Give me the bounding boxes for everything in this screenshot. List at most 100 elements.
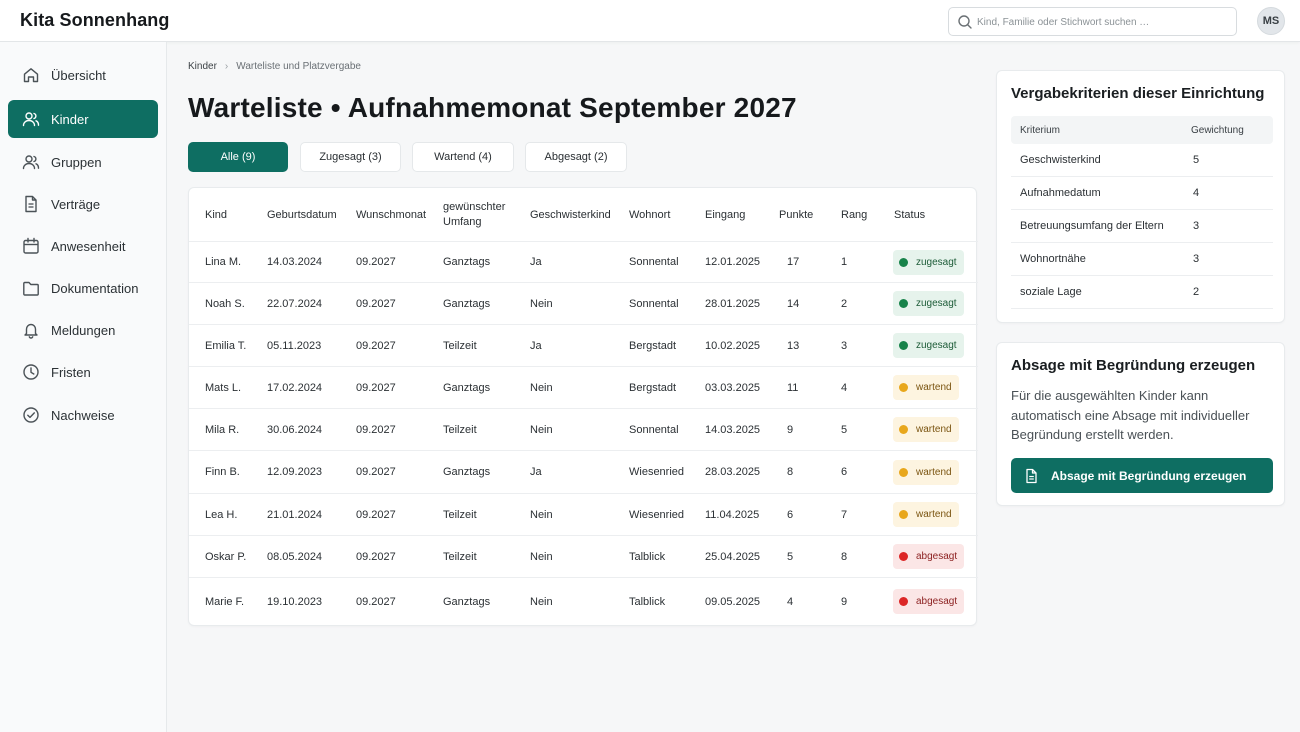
sidebar-item-label: Kinder	[51, 111, 89, 127]
header-umfang[interactable]: gewünschter Umfang	[443, 188, 505, 242]
cell-eingang: 11.04.2025	[705, 508, 760, 521]
header-wohnort[interactable]: Wohnort	[629, 188, 670, 242]
criteria-title: Vergabekriterien dieser Einrichtung	[1011, 85, 1265, 102]
criteria-col-criterion: Kriterium	[1020, 124, 1061, 136]
cell-wunschmonat: 09.2027	[356, 423, 396, 436]
calendar-icon	[22, 237, 40, 255]
header-punkte[interactable]: Punkte	[779, 188, 813, 242]
cell-status: abgesagt	[893, 536, 965, 577]
rejection-description: Für die ausgewählten Kinder kann automat…	[1011, 388, 1250, 442]
filter-tab-3[interactable]: Abgesagt (2)	[525, 142, 627, 172]
search-icon	[958, 15, 972, 29]
header-geburtsdatum[interactable]: Geburtsdatum	[267, 188, 337, 242]
cell-kind: Mats L.	[205, 381, 242, 394]
cell-punkte: 8	[787, 466, 794, 478]
cell-geschwister: Nein	[530, 297, 553, 310]
criteria-name: Betreuungsumfang der Eltern	[1020, 220, 1164, 232]
table-row[interactable]: Mats L. 17.02.2024 09.2027 Ganztags Nein Berg…	[189, 366, 978, 408]
document-icon	[1026, 468, 1037, 483]
criteria-row: Aufnahmedatum 4	[1011, 177, 1273, 210]
cell-rang: 3	[841, 339, 848, 352]
cell-eingang: 09.05.2025	[705, 595, 761, 608]
cell-wohnort: Talblick	[629, 550, 666, 563]
cell-punkte: 6	[787, 508, 794, 521]
cell-umfang: Teilzeit	[443, 550, 477, 563]
status-dot-icon	[899, 467, 908, 477]
sidebar-item-nachweise[interactable]: Nachweise	[8, 396, 158, 434]
header-umfang-line1: gewünschter	[443, 201, 506, 213]
sidebar-item-verträge[interactable]: Verträge	[8, 185, 158, 223]
sidebar-item-label: Übersicht	[51, 67, 106, 83]
table-row[interactable]: Lina M. 14.03.2024 09.2027 Ganztags Ja Sonnen…	[189, 241, 978, 282]
page-title: Warteliste • Aufnahmemonat September 202…	[188, 92, 797, 123]
table-row[interactable]: Mila R. 30.06.2024 09.2027 Teilzeit Nein Sonn…	[189, 408, 978, 450]
document-icon	[22, 195, 40, 213]
search-input[interactable]	[977, 12, 1227, 32]
table-row[interactable]: Oskar P. 08.05.2024 09.2027 Teilzeit Nein Tal…	[189, 535, 978, 577]
table-row[interactable]: Finn B. 12.09.2023 09.2027 Ganztags Ja Wiesen…	[189, 450, 978, 493]
filter-tab-2[interactable]: Wartend (4)	[412, 142, 514, 172]
criteria-row: Geschwisterkind 5	[1011, 144, 1273, 177]
sidebar-item-fristen[interactable]: Fristen	[8, 353, 158, 391]
criteria-name: Aufnahmedatum	[1020, 187, 1101, 199]
sidebar: Übersicht Kinder Gruppen Verträge Anwesenhei…	[0, 42, 167, 732]
chevron-right-icon: ›	[224, 61, 229, 72]
cell-wohnort: Sonnental	[629, 297, 679, 310]
sidebar-item-gruppen[interactable]: Gruppen	[8, 143, 158, 181]
status-badge: zugesagt	[893, 291, 964, 316]
status-dot-icon	[899, 552, 908, 561]
clock-icon	[22, 363, 40, 381]
cell-wohnort: Bergstadt	[629, 339, 677, 352]
header-wunschmonat[interactable]: Wunschmonat	[356, 188, 426, 242]
sidebar-item-übersicht[interactable]: Übersicht	[8, 56, 158, 94]
cell-eingang: 03.03.2025	[705, 381, 761, 394]
table-row[interactable]: Marie F. 19.10.2023 09.2027 Ganztags Nein Tal…	[189, 577, 978, 625]
status-label: zugesagt	[916, 256, 957, 268]
bell-icon	[22, 321, 40, 339]
cell-status: abgesagt	[893, 578, 965, 625]
cell-wohnort: Bergstadt	[629, 381, 677, 394]
cell-wohnort: Talblick	[629, 595, 666, 608]
criteria-name: Wohnortnähe	[1020, 253, 1086, 265]
sidebar-item-label: Meldungen	[51, 322, 116, 338]
sidebar-item-dokumentation[interactable]: Dokumentation	[8, 269, 158, 307]
sidebar-item-meldungen[interactable]: Meldungen	[8, 311, 158, 349]
header-kind[interactable]: Kind	[205, 188, 227, 242]
status-badge: zugesagt	[893, 249, 964, 275]
table-row[interactable]: Lea H. 21.01.2024 09.2027 Teilzeit Nein Wiese…	[189, 493, 978, 535]
sidebar-item-kinder[interactable]: Kinder	[8, 100, 158, 138]
cell-geburtsdatum: 19.10.2023	[267, 595, 323, 608]
sidebar-item-anwesenheit[interactable]: Anwesenheit	[8, 227, 158, 265]
cell-eingang: 12.01.2025	[705, 256, 761, 268]
search-box[interactable]	[948, 7, 1237, 36]
cell-umfang: Teilzeit	[443, 423, 477, 436]
breadcrumb-parent[interactable]: Kinder	[188, 61, 217, 72]
header-geschwister[interactable]: Geschwisterkind	[530, 188, 611, 242]
header-status[interactable]: Status	[894, 188, 925, 242]
cell-kind: Mila R.	[205, 423, 240, 436]
status-label: zugesagt	[916, 340, 957, 351]
table-row[interactable]: Noah S. 22.07.2024 09.2027 Ganztags Nein Sonn…	[189, 282, 978, 324]
header-rang[interactable]: Rang	[841, 188, 867, 242]
cell-rang: 9	[841, 595, 848, 608]
cell-umfang: Ganztags	[443, 595, 491, 608]
cell-geburtsdatum: 05.11.2023	[267, 339, 322, 352]
cell-geburtsdatum: 17.02.2024	[267, 381, 323, 394]
folder-icon	[22, 279, 40, 297]
avatar[interactable]: MS	[1257, 7, 1285, 35]
cell-kind: Marie F.	[205, 595, 245, 608]
filter-tab-0[interactable]: Alle (9)	[188, 142, 288, 172]
table-row[interactable]: Emilia T. 05.11.2023 09.2027 Teilzeit Ja Berg…	[189, 324, 978, 366]
criteria-weight: 3	[1193, 220, 1200, 232]
cell-geburtsdatum: 12.09.2023	[267, 466, 323, 478]
generate-rejection-button[interactable]: Absage mit Begründung erzeugen	[1011, 458, 1273, 493]
criteria-panel: Vergabekriterien dieser Einrichtung Krit…	[996, 70, 1285, 323]
criteria-name: soziale Lage	[1020, 286, 1082, 298]
cell-status: zugesagt	[893, 242, 964, 282]
waitlist-table: Kind Geburtsdatum Wunschmonat gewünschte…	[188, 187, 978, 626]
cell-umfang: Ganztags	[443, 466, 491, 478]
filter-tab-1[interactable]: Zugesagt (3)	[300, 142, 401, 172]
cell-kind: Oskar P.	[205, 550, 247, 563]
header-eingang[interactable]: Eingang	[705, 188, 745, 242]
cell-kind: Lea H.	[205, 508, 238, 521]
